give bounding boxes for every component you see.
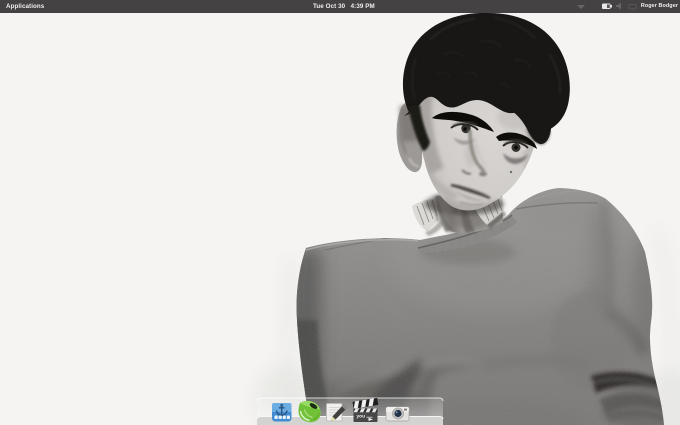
svg-text:you: you: [357, 415, 366, 420]
